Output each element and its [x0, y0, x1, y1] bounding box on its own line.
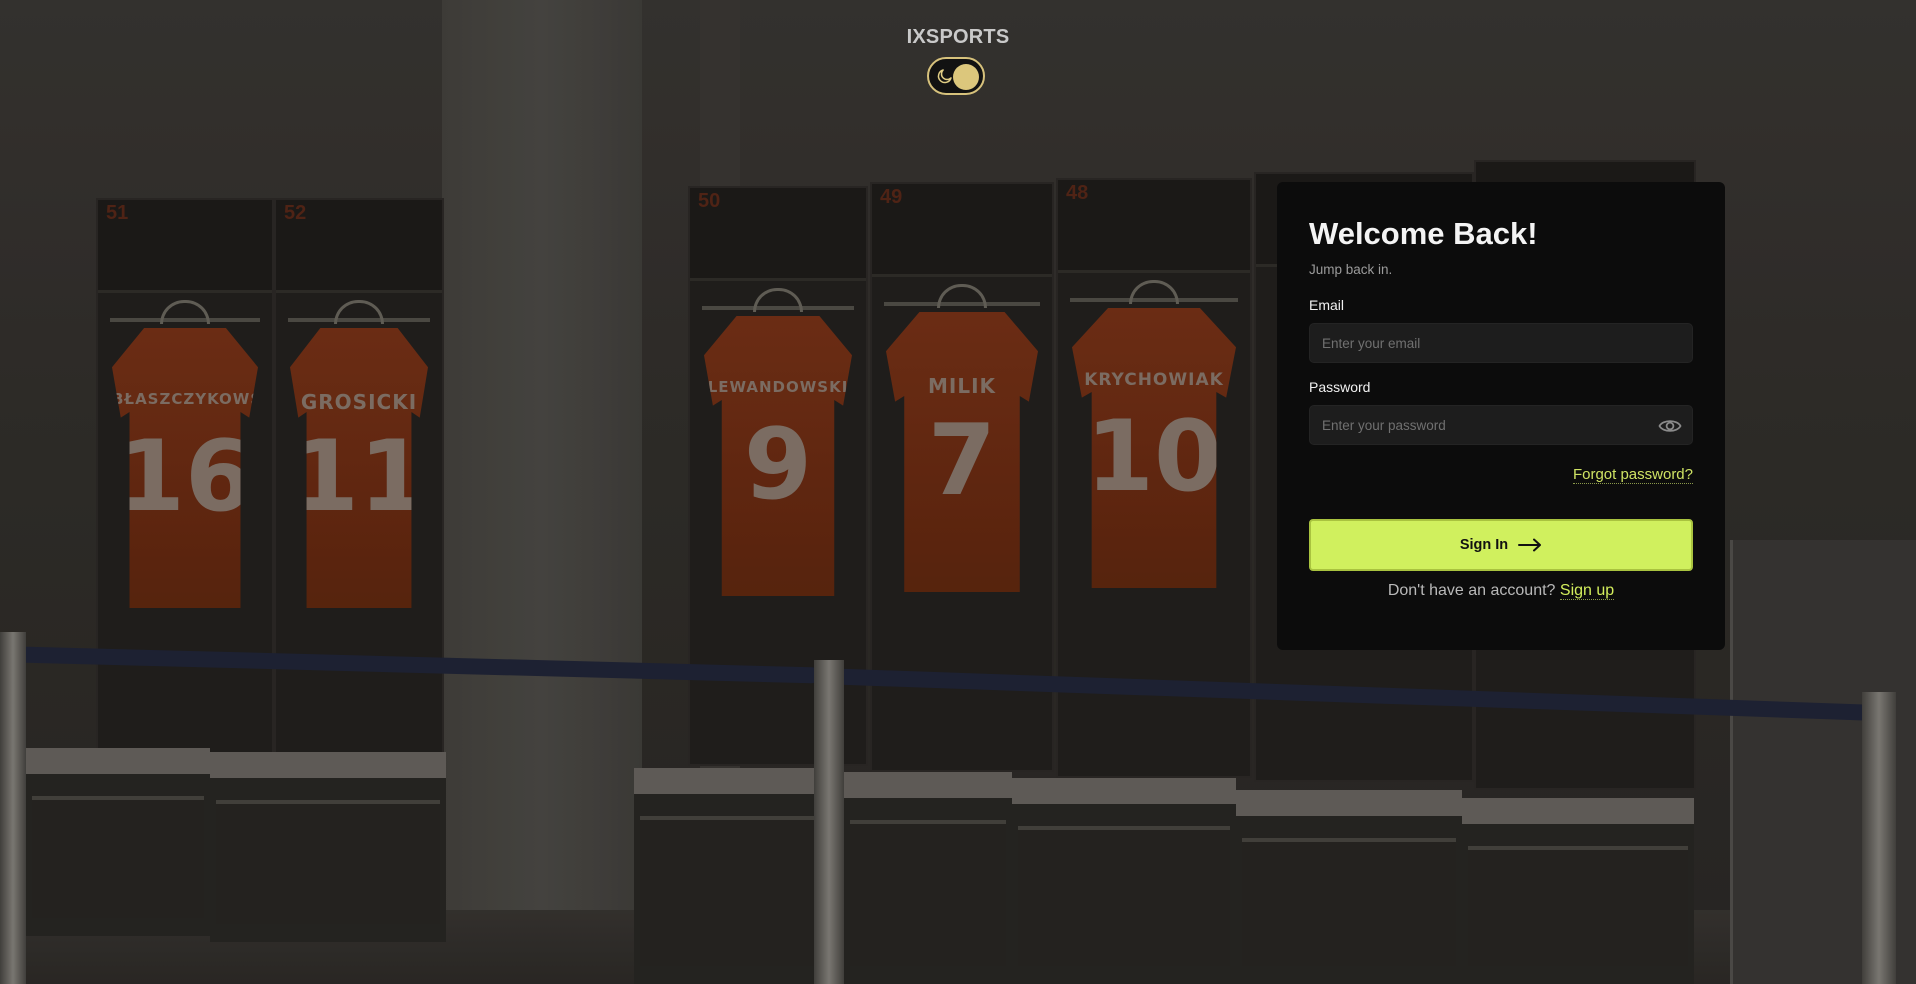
password-field[interactable] — [1310, 406, 1692, 444]
sign-up-link[interactable]: Sign up — [1559, 582, 1615, 600]
toggle-knob — [953, 64, 979, 90]
email-label: Email — [1309, 297, 1345, 313]
eye-icon[interactable] — [1658, 416, 1682, 436]
signup-prompt: Don't have an account? Sign up — [1277, 582, 1725, 600]
sign-in-label: Sign In — [1459, 537, 1509, 553]
moon-icon — [937, 69, 952, 84]
login-subtitle: Jump back in. — [1309, 262, 1393, 277]
password-field-wrapper — [1309, 405, 1693, 445]
sign-in-button[interactable]: Sign In — [1309, 519, 1693, 571]
arrow-right-icon — [1518, 538, 1542, 552]
forgot-password-link[interactable]: Forgot password? — [1572, 466, 1693, 484]
login-title: Welcome Back! — [1309, 216, 1538, 251]
login-card: Welcome Back! Jump back in. Email Passwo… — [1277, 182, 1725, 650]
email-field-wrapper — [1309, 323, 1693, 363]
brand-logo: IXSPORTS — [906, 26, 1010, 48]
theme-toggle[interactable] — [927, 57, 985, 95]
password-label: Password — [1309, 379, 1371, 395]
email-field[interactable] — [1310, 324, 1692, 362]
no-account-text: Don't have an account? — [1387, 582, 1556, 599]
